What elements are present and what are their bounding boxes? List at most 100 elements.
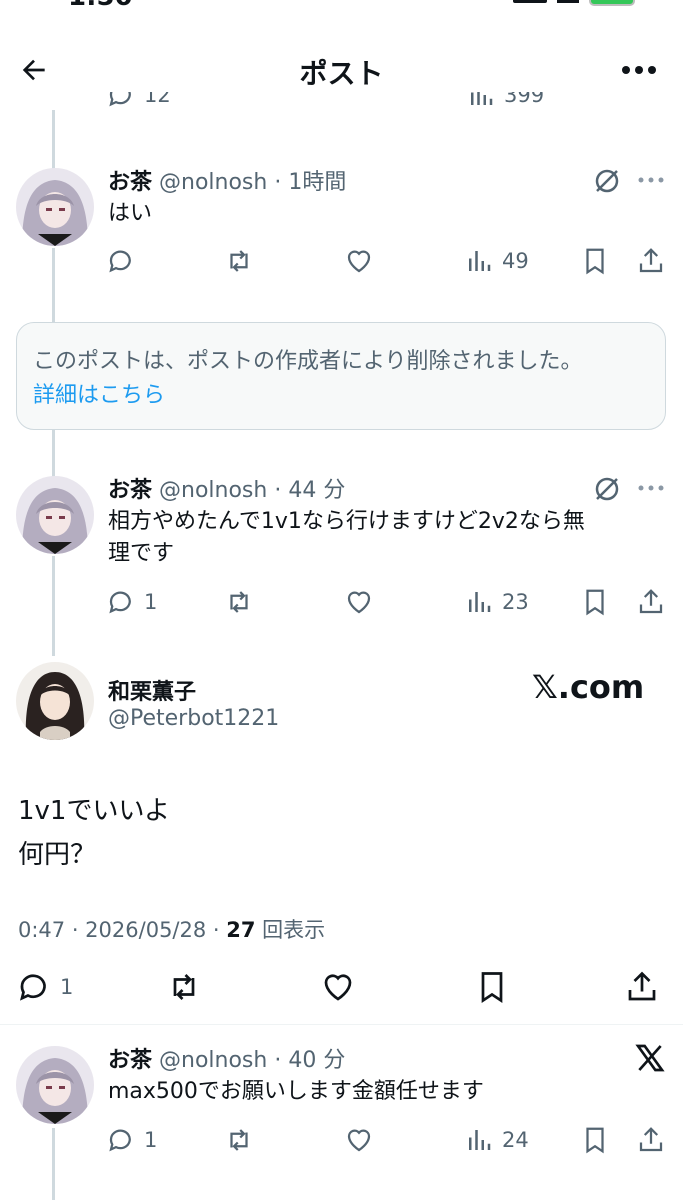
share-icon — [628, 971, 656, 1001]
more-button[interactable] — [617, 50, 661, 90]
post-text-line: 理です — [108, 541, 175, 566]
x-logo-icon — [635, 1044, 665, 1072]
reply-icon — [109, 92, 131, 107]
display-name[interactable]: お茶 — [108, 170, 152, 195]
share-icon — [639, 589, 663, 614]
grok-icon[interactable] — [592, 474, 622, 504]
views-icon — [471, 92, 493, 105]
grok-icon[interactable] — [592, 166, 622, 196]
avatar[interactable] — [16, 476, 94, 554]
thread-line — [52, 1128, 55, 1200]
post-header: お茶 @nolnosh · 40 分 — [108, 1048, 346, 1073]
bookmark-button[interactable] — [580, 244, 610, 278]
reply-button[interactable]: 12 — [106, 92, 171, 112]
views-button[interactable]: 24 — [464, 1123, 529, 1157]
handle[interactable]: @Peterbot1221 — [108, 706, 279, 731]
thread-line — [52, 248, 55, 324]
bookmark-button[interactable] — [474, 970, 510, 1004]
reply-icon — [109, 591, 131, 614]
view-count: 24 — [502, 1128, 529, 1152]
reply-icon — [109, 1129, 131, 1152]
share-button[interactable] — [636, 1123, 666, 1157]
divider — [0, 1024, 683, 1025]
share-button[interactable] — [636, 585, 666, 619]
notice-text: このポストは、ポストの作成者により削除されました。 — [33, 349, 583, 374]
share-icon — [639, 248, 663, 273]
action-bar: 1 23 — [106, 585, 666, 619]
retweet-icon — [230, 1129, 248, 1151]
reply-button[interactable] — [106, 244, 144, 278]
bookmark-icon — [586, 1127, 604, 1154]
avatar-image — [16, 1046, 94, 1124]
wifi-icon — [557, 0, 579, 3]
retweet-icon — [173, 974, 195, 1000]
view-count: 49 — [502, 249, 529, 273]
view-count: 23 — [502, 590, 529, 614]
retweet-button[interactable] — [224, 1123, 254, 1157]
avatar-image — [16, 168, 94, 246]
reply-count: 1 — [60, 975, 74, 999]
reply-count: 12 — [144, 92, 171, 107]
status-icons — [513, 0, 635, 6]
action-bar: 1 24 — [106, 1123, 666, 1157]
post-text-line: 1v1でいいよ — [18, 796, 170, 826]
battery-icon — [589, 0, 635, 6]
main-action-bar: 1 — [16, 970, 666, 1004]
bookmark-button[interactable] — [580, 585, 610, 619]
share-button[interactable] — [636, 244, 666, 278]
views-button[interactable]: 23 — [464, 585, 529, 619]
like-icon — [347, 1129, 371, 1152]
like-icon — [347, 250, 371, 273]
display-name[interactable]: お茶 — [108, 1048, 152, 1073]
post-text: 相方やめたんで1v1なら行けますけど2v2なら無 理です — [108, 506, 585, 570]
view-label: 回表示 — [255, 918, 326, 942]
deleted-post-notice: このポストは、ポストの作成者により削除されました。 詳細はこちら — [16, 322, 666, 430]
display-name[interactable]: お茶 — [108, 478, 152, 503]
reply-button[interactable]: 1 — [16, 970, 73, 1004]
avatar-image — [16, 476, 94, 554]
reply-button[interactable]: 1 — [106, 1123, 157, 1157]
reply-button[interactable]: 1 — [106, 585, 157, 619]
more-icon[interactable] — [638, 176, 664, 184]
retweet-button[interactable] — [224, 585, 254, 619]
avatar[interactable] — [16, 1046, 94, 1124]
more-icon[interactable] — [638, 484, 664, 492]
status-bar: 1:50 — [0, 0, 683, 12]
post-text-line: 何円？ — [18, 840, 97, 870]
share-icon — [639, 1127, 663, 1152]
retweet-button[interactable] — [166, 970, 202, 1004]
share-button[interactable] — [624, 970, 660, 1004]
avatar[interactable] — [16, 168, 94, 246]
like-button[interactable] — [320, 970, 356, 1004]
post-time: 44 分 — [288, 478, 346, 503]
like-button[interactable] — [344, 1123, 374, 1157]
like-button[interactable] — [344, 585, 374, 619]
display-name[interactable]: 和栗薫子 — [108, 674, 196, 706]
like-button[interactable] — [344, 244, 374, 278]
post-time: 1時間 — [288, 170, 347, 195]
handle[interactable]: @nolnosh — [159, 1048, 267, 1073]
post-header: お茶 @nolnosh · 1時間 — [108, 170, 347, 195]
views-icon — [469, 1130, 491, 1150]
view-count: 399 — [504, 92, 545, 107]
thread-line — [52, 430, 55, 478]
views-icon — [469, 251, 491, 271]
handle[interactable]: @nolnosh — [159, 170, 267, 195]
views-button[interactable]: 49 — [464, 244, 529, 278]
post-header: お茶 @nolnosh · 44 分 — [108, 478, 346, 503]
reply-icon — [20, 974, 46, 1001]
bookmark-icon — [586, 589, 604, 616]
reply-count: 1 — [144, 1128, 158, 1152]
views-button[interactable]: 399 — [466, 92, 544, 112]
post-timestamp: 0:47 · 2026/05/28 · — [18, 918, 227, 942]
learn-more-link[interactable]: 詳細はこちら — [33, 377, 165, 409]
action-bar: 49 — [106, 244, 666, 278]
post-meta: 0:47 · 2026/05/28 · 27 回表示 — [18, 914, 325, 944]
avatar[interactable] — [16, 662, 94, 740]
like-icon — [347, 591, 371, 614]
post-text: max500でお願いします金額任せます — [108, 1079, 484, 1104]
status-time: 1:50 — [68, 0, 133, 12]
bookmark-button[interactable] — [580, 1123, 610, 1157]
retweet-button[interactable] — [224, 244, 254, 278]
handle[interactable]: @nolnosh — [159, 478, 267, 503]
